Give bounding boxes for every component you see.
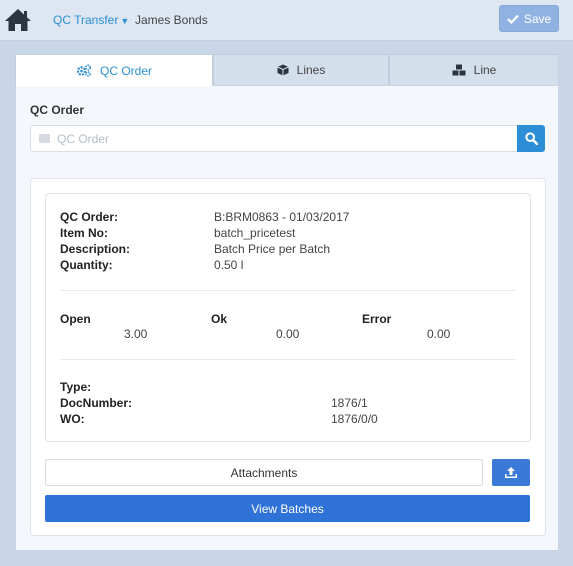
item-no-label: Item No: — [60, 226, 108, 240]
quantity-label: Quantity: — [60, 258, 113, 272]
tab-label: Lines — [296, 63, 326, 77]
upload-icon — [505, 467, 517, 478]
section-title: QC Order — [30, 103, 85, 117]
module-dropdown[interactable]: QC Transfer ▼ — [53, 13, 129, 27]
item-no-value: batch_pricetest — [214, 226, 296, 240]
cubes-icon — [452, 64, 466, 76]
tab-label: QC Order — [99, 63, 152, 78]
docnumber-value: 1876/1 — [331, 396, 368, 410]
module-label: QC Transfer — [53, 13, 119, 27]
check-icon — [507, 14, 519, 24]
qc-order-label: QC Order: — [60, 210, 119, 224]
chevron-down-icon: ▼ — [120, 16, 130, 26]
wo-value: 1876/0/0 — [331, 412, 378, 426]
qc-order-panel: QC Order QC Order: B:BRM0863 - 01/03/201… — [15, 85, 559, 551]
save-button[interactable]: Save — [499, 5, 559, 32]
tab-qc-order[interactable]: QC Order — [15, 54, 213, 86]
ok-value: 0.00 — [276, 327, 300, 341]
description-label: Description: — [60, 242, 131, 256]
quantity-value: 0.50 l — [214, 258, 244, 272]
search-button[interactable] — [517, 125, 545, 152]
home-icon[interactable] — [4, 7, 32, 33]
ok-label: Ok — [211, 312, 228, 326]
order-card: QC Order: B:BRM0863 - 01/03/2017 Item No… — [30, 178, 546, 536]
save-label: Save — [523, 11, 552, 26]
error-label: Error — [362, 312, 392, 326]
attachments-label: Attachments — [230, 465, 298, 480]
qc-order-search — [30, 125, 545, 152]
search-icon — [524, 132, 538, 145]
divider — [60, 359, 516, 360]
gears-icon — [76, 64, 92, 77]
wo-label: WO: — [60, 412, 85, 426]
tab-line[interactable]: Line — [389, 54, 559, 85]
view-batches-label: View Batches — [251, 501, 324, 516]
search-field — [30, 125, 518, 152]
tab-lines[interactable]: Lines — [213, 54, 389, 85]
qc-order-value: B:BRM0863 - 01/03/2017 — [214, 210, 350, 224]
upload-button[interactable] — [492, 459, 530, 486]
open-value: 3.00 — [124, 327, 148, 341]
error-value: 0.00 — [427, 327, 451, 341]
order-details: QC Order: B:BRM0863 - 01/03/2017 Item No… — [45, 193, 531, 442]
description-value: Batch Price per Batch — [214, 242, 331, 256]
open-label: Open — [60, 312, 91, 326]
user-name: James Bonds — [135, 13, 208, 27]
cube-icon — [276, 64, 289, 76]
view-batches-button[interactable]: View Batches — [45, 495, 530, 522]
card-icon — [39, 134, 50, 143]
tab-label: Line — [473, 63, 497, 77]
top-bar: QC Transfer ▼ James Bonds Save — [0, 0, 573, 41]
type-label: Type: — [60, 380, 92, 394]
attachments-button[interactable]: Attachments — [45, 459, 483, 486]
divider — [60, 290, 516, 291]
docnumber-label: DocNumber: — [60, 396, 133, 410]
qc-order-input[interactable] — [57, 126, 512, 151]
